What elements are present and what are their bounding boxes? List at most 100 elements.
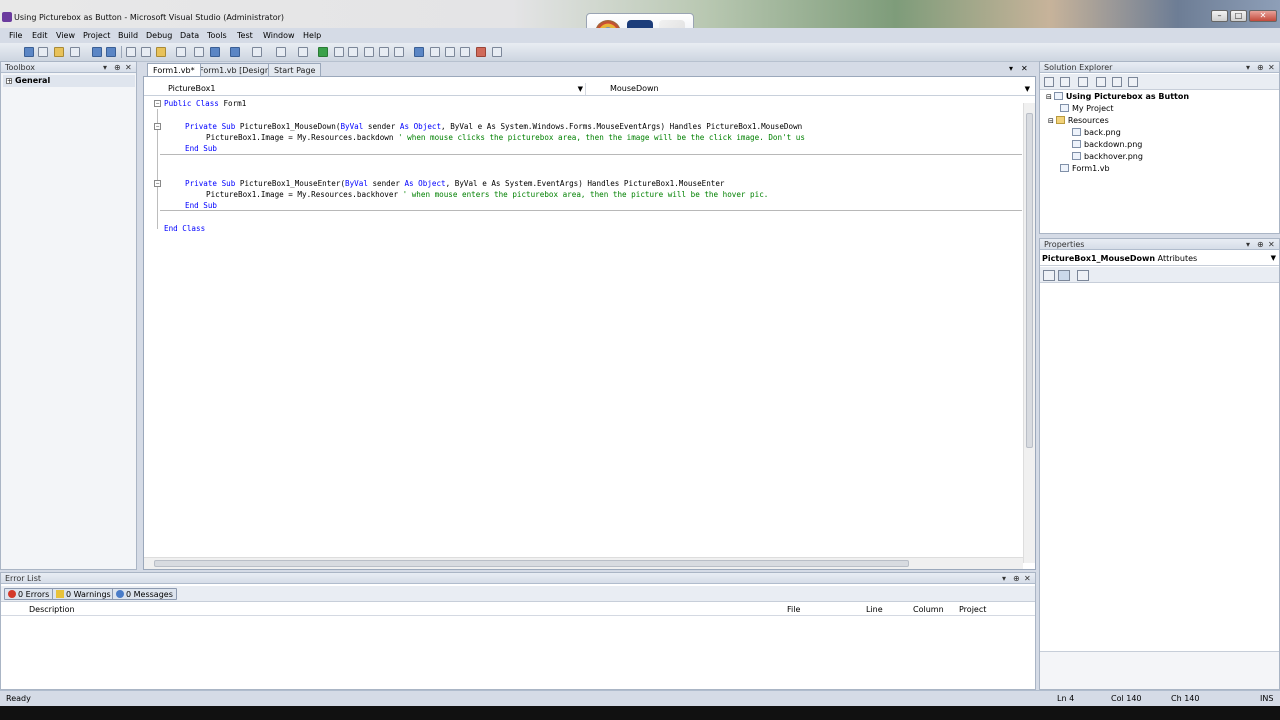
column-file[interactable]: File	[787, 604, 800, 616]
close-button[interactable]: ✕	[1249, 10, 1277, 22]
error-list-pin-button[interactable]: ⊕	[1013, 573, 1020, 584]
properties-window-icon[interactable]	[445, 47, 455, 57]
close-document-button[interactable]: ✕	[1021, 64, 1028, 73]
alphabetical-icon[interactable]	[1058, 270, 1070, 281]
column-project[interactable]: Project	[959, 604, 986, 616]
solution-explorer-close-button[interactable]: ✕	[1268, 62, 1275, 73]
collapse-icon[interactable]: −	[154, 180, 161, 187]
class-diagram-icon[interactable]	[1128, 77, 1138, 87]
maximize-button[interactable]: □	[1230, 10, 1247, 22]
expand-icon[interactable]: +	[6, 78, 12, 85]
toolbox-icon[interactable]	[476, 47, 486, 57]
collapse-icon[interactable]: −	[154, 123, 161, 130]
tree-item-back-png[interactable]: back.png	[1072, 127, 1121, 139]
start-page-icon[interactable]	[492, 47, 502, 57]
errors-filter-button[interactable]: 0 Errors	[4, 588, 54, 600]
tree-item-form1-vb[interactable]: Form1.vb	[1060, 163, 1110, 175]
properties-dropdown-button[interactable]: ▾	[1246, 239, 1250, 250]
menu-build[interactable]: Build	[118, 31, 138, 40]
new-project-icon[interactable]	[24, 47, 34, 57]
categorized-icon[interactable]	[1043, 270, 1055, 281]
tree-item-my-project[interactable]: My Project	[1060, 103, 1114, 115]
scrollbar-thumb[interactable]	[1026, 113, 1033, 448]
tree-item-backdown-png[interactable]: backdown.png	[1072, 139, 1142, 151]
column-description[interactable]: Description	[29, 604, 75, 616]
minimize-button[interactable]: –	[1211, 10, 1228, 22]
code-editor[interactable]: PictureBox1 ▼ MouseDown ▼ − Public Class…	[143, 76, 1036, 570]
solution-explorer-pin-button[interactable]: ⊕	[1257, 62, 1264, 73]
properties-close-button[interactable]: ✕	[1268, 239, 1275, 250]
properties-icon[interactable]	[1044, 77, 1054, 87]
step-into-icon[interactable]	[364, 47, 374, 57]
object-dropdown[interactable]: PictureBox1 ▼	[148, 83, 586, 95]
vertical-scrollbar[interactable]	[1023, 103, 1035, 563]
save-icon[interactable]	[92, 47, 102, 57]
menu-project[interactable]: Project	[83, 31, 110, 40]
save-all-icon[interactable]	[106, 47, 116, 57]
toolbox-close-button[interactable]: ✕	[125, 62, 132, 73]
step-out-icon[interactable]	[394, 47, 404, 57]
collapse-icon[interactable]: ⊟	[1046, 93, 1052, 101]
show-all-files-icon[interactable]	[1060, 77, 1070, 87]
start-debugging-icon[interactable]	[318, 47, 328, 57]
menu-debug[interactable]: Debug	[146, 31, 172, 40]
warnings-filter-button[interactable]: 0 Warnings	[52, 588, 115, 600]
step-over-icon[interactable]	[379, 47, 389, 57]
toolbox-pin-button[interactable]: ⊕	[114, 62, 121, 73]
tab-start-page[interactable]: Start Page	[268, 63, 322, 76]
menu-tools[interactable]: Tools	[207, 31, 227, 40]
tab-form1-vb[interactable]: Form1.vb*	[147, 63, 201, 76]
code-line: End Sub	[185, 144, 218, 153]
add-new-item-icon[interactable]	[70, 47, 80, 57]
find-icon[interactable]	[176, 47, 186, 57]
form-file-icon	[1060, 164, 1069, 172]
comment-icon[interactable]	[194, 47, 204, 57]
properties-pin-button[interactable]: ⊕	[1257, 239, 1264, 250]
tree-item-resources[interactable]: ⊟ Resources	[1048, 115, 1109, 127]
event-dropdown[interactable]: MouseDown ▼	[590, 83, 1032, 95]
property-pages-icon[interactable]	[1077, 270, 1089, 281]
toolbox-dropdown-button[interactable]: ▾	[103, 62, 107, 73]
stop-debugging-icon[interactable]	[348, 47, 358, 57]
toolbox-group-general[interactable]: + General	[3, 75, 135, 87]
scrollbar-thumb[interactable]	[154, 560, 909, 567]
add-item-icon[interactable]	[38, 47, 48, 57]
solution-explorer-icon[interactable]	[430, 47, 440, 57]
refresh-icon[interactable]	[1078, 77, 1088, 87]
cut-icon[interactable]	[126, 47, 136, 57]
solution-explorer-dropdown-button[interactable]: ▾	[1246, 62, 1250, 73]
messages-filter-button[interactable]: 0 Messages	[112, 588, 177, 600]
error-list-dropdown-button[interactable]: ▾	[1002, 573, 1006, 584]
copy-icon[interactable]	[141, 47, 151, 57]
error-list-close-button[interactable]: ✕	[1024, 573, 1031, 584]
paste-icon[interactable]	[156, 47, 166, 57]
menu-view[interactable]: View	[56, 31, 75, 40]
break-all-icon[interactable]	[334, 47, 344, 57]
menu-test[interactable]: Test	[237, 31, 253, 40]
menu-data[interactable]: Data	[180, 31, 199, 40]
object-browser-icon[interactable]	[460, 47, 470, 57]
navigate-backward-icon[interactable]	[276, 47, 286, 57]
undo-icon[interactable]	[230, 47, 240, 57]
tree-item-backhover-png[interactable]: backhover.png	[1072, 151, 1143, 163]
collapse-icon[interactable]: ⊟	[1048, 117, 1054, 125]
tree-item-project[interactable]: ⊟ Using Picturebox as Button	[1046, 91, 1189, 103]
horizontal-scrollbar[interactable]	[144, 557, 1023, 569]
column-line[interactable]: Line	[866, 604, 883, 616]
view-designer-icon[interactable]	[1112, 77, 1122, 87]
open-file-icon[interactable]	[54, 47, 64, 57]
column-column[interactable]: Column	[913, 604, 944, 616]
menu-file[interactable]: File	[9, 31, 22, 40]
redo-icon[interactable]	[252, 47, 262, 57]
navigate-forward-icon[interactable]	[298, 47, 308, 57]
uncomment-icon[interactable]	[210, 47, 220, 57]
properties-object-selector[interactable]: PictureBox1_MouseDown Attributes ▼	[1040, 251, 1279, 266]
menu-edit[interactable]: Edit	[32, 31, 48, 40]
find-in-files-icon[interactable]	[414, 47, 424, 57]
tab-list-dropdown[interactable]: ▾	[1009, 64, 1013, 73]
menu-help[interactable]: Help	[303, 31, 321, 40]
code-area[interactable]: − Public Class Form1 − Private Sub Pictu…	[154, 97, 1022, 552]
view-code-icon[interactable]	[1096, 77, 1106, 87]
menu-window[interactable]: Window	[263, 31, 295, 40]
collapse-icon[interactable]: −	[154, 100, 161, 107]
